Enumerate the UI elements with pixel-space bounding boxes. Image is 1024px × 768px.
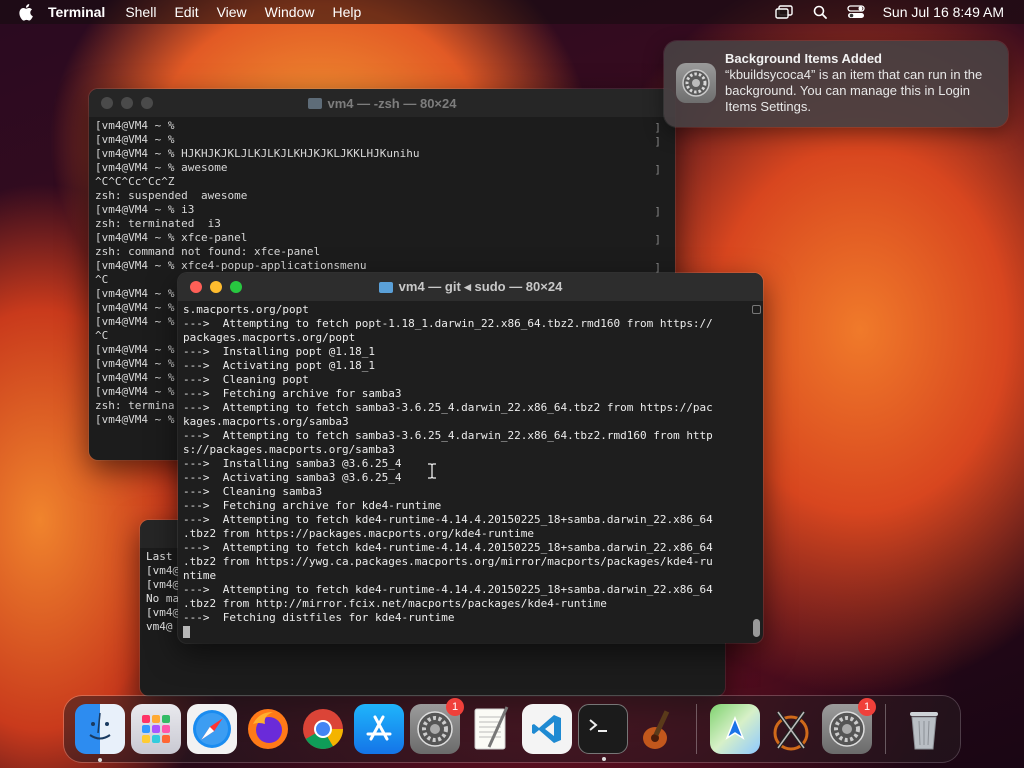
- terminal-prompt-line: [183, 625, 758, 639]
- close-button[interactable]: [101, 97, 113, 109]
- terminal-line: ---> Installing popt @1.18_1: [183, 345, 376, 358]
- dock-finder-icon[interactable]: [75, 704, 125, 762]
- terminal-line: ---> Cleaning popt: [183, 373, 309, 386]
- terminal-line: s://packages.macports.org/samba3: [183, 443, 395, 456]
- terminal-line: ---> Attempting to fetch samba3-3.6.25_4…: [183, 429, 713, 442]
- terminal-line: zsh: command not found: xfce-panel: [95, 245, 321, 258]
- scrollbar[interactable]: [752, 305, 761, 639]
- terminal-line: [vm4@VM4 ~ %: [95, 119, 175, 132]
- dock-garageband-icon[interactable]: [634, 704, 684, 754]
- notification-title: Background Items Added: [725, 51, 882, 66]
- dock-x11-icon[interactable]: [766, 704, 816, 754]
- dock-launchpad-icon[interactable]: [130, 704, 181, 754]
- folder-icon: [378, 281, 393, 293]
- terminal-line: ---> Installing samba3 @3.6.25_4: [183, 457, 402, 470]
- terminal-cursor: [183, 626, 190, 638]
- scroll-marker: ]: [654, 121, 661, 134]
- minimize-button[interactable]: [210, 281, 222, 293]
- terminal-line: zsh: terminated i3: [95, 217, 221, 230]
- terminal-line: ^C^C^Cc^Cc^Z: [95, 175, 175, 188]
- terminal-line: ---> Activating popt @1.18_1: [183, 359, 376, 372]
- menu-edit[interactable]: Edit: [174, 4, 198, 20]
- window-titlebar[interactable]: vm4 — -zsh — 80×24: [89, 89, 675, 117]
- zoom-button[interactable]: [230, 281, 242, 293]
- terminal-line: ---> Activating samba3 @3.6.25_4: [183, 471, 402, 484]
- control-center-icon[interactable]: [846, 4, 865, 20]
- dock-chrome-icon[interactable]: [298, 704, 348, 754]
- window-title: vm4 — git ◂ sudo — 80×24: [398, 279, 563, 294]
- terminal-line: ---> Attempting to fetch kde4-runtime-4.…: [183, 541, 713, 554]
- dock-system-settings-2-icon[interactable]: 1: [822, 698, 877, 754]
- terminal-line: ---> Fetching distfiles for kde4-runtime: [183, 611, 455, 624]
- dock: 1 1: [64, 696, 960, 762]
- terminal-line: ---> Fetching archive for kde4-runtime: [183, 499, 442, 512]
- terminal-line: .tbz2 from https://packages.macports.org…: [183, 527, 534, 540]
- menu-help[interactable]: Help: [332, 4, 361, 20]
- scroll-marker: ]: [654, 205, 661, 218]
- terminal-line: [vm4@VM4 ~ %: [95, 133, 175, 146]
- scroll-marker: ]: [654, 233, 661, 246]
- terminal-line: [vm4@VM4 ~ % HJKHJKJKLJLKJLKJLKHJKJKLJKK…: [95, 147, 420, 160]
- terminal-line: .tbz2 from https://ywg.ca.packages.macpo…: [183, 555, 713, 568]
- system-settings-icon: [676, 63, 716, 103]
- terminal-line: ---> Cleaning samba3: [183, 485, 323, 498]
- terminal-line: kages.macports.org/samba3: [183, 415, 349, 428]
- terminal-line: .tbz2 from http://mirror.fcix.net/macpor…: [183, 597, 607, 610]
- menu-bar: Terminal Shell Edit View Window Help Sun…: [0, 0, 1024, 24]
- terminal-line: ---> Attempting to fetch popt-1.18_1.dar…: [183, 317, 713, 330]
- folder-icon: [307, 97, 322, 109]
- menu-app-terminal[interactable]: Terminal: [48, 4, 105, 20]
- terminal-line: [vm4@VM4 ~ % i3: [95, 203, 195, 216]
- terminal-line: [vm4@VM4 ~ % awesome: [95, 161, 228, 174]
- apple-menu-icon[interactable]: [18, 3, 34, 21]
- dock-app-store-icon[interactable]: [354, 704, 405, 754]
- terminal-line: ---> Attempting to fetch kde4-runtime-4.…: [183, 583, 713, 596]
- dock-terminal-icon[interactable]: [577, 704, 628, 761]
- minimize-button[interactable]: [121, 97, 133, 109]
- screen-mirroring-icon[interactable]: [774, 4, 793, 20]
- dock-textedit-icon[interactable]: [466, 704, 516, 754]
- terminal-line: ---> Fetching archive for samba3: [183, 387, 402, 400]
- dock-system-settings-icon[interactable]: 1: [410, 698, 465, 754]
- dock-safari-icon[interactable]: [186, 704, 237, 754]
- notification-banner[interactable]: Background Items Added “kbuildsycoca4” i…: [664, 41, 1008, 127]
- running-indicator: [98, 758, 102, 762]
- dock-separator: [696, 704, 698, 754]
- dock-maps-icon[interactable]: [710, 704, 761, 754]
- terminal-line: [vm4@VM4 ~ % xfce-panel: [95, 231, 248, 244]
- terminal-output[interactable]: s.macports.org/popt ---> Attempting to fe…: [178, 301, 763, 641]
- notification-badge: 1: [446, 698, 465, 716]
- terminal-line: [vm4@VM4 ~ % xfce4-popup-applicationsmen…: [95, 259, 367, 272]
- terminal-line: ---> Attempting to fetch samba3-3.6.25_4…: [183, 401, 713, 414]
- terminal-line: zsh: suspended awesome: [95, 189, 248, 202]
- scroll-marker: ]: [654, 163, 661, 176]
- notification-badge: 1: [858, 698, 877, 716]
- menu-view[interactable]: View: [217, 4, 247, 20]
- terminal-line: ntime: [183, 569, 217, 582]
- scrollbar-thumb[interactable]: [753, 619, 760, 637]
- window-titlebar[interactable]: vm4 — git ◂ sudo — 80×24: [178, 273, 763, 301]
- window-title: vm4 — -zsh — 80×24: [327, 95, 457, 111]
- terminal-line: packages.macports.org/popt: [183, 331, 356, 344]
- dock-trash-icon[interactable]: [899, 704, 949, 754]
- terminal-window-git-sudo[interactable]: vm4 — git ◂ sudo — 80×24 s.macports.org/…: [178, 273, 763, 643]
- dock-separator: [885, 704, 887, 754]
- terminal-line: s.macports.org/popt: [183, 303, 309, 316]
- zoom-button[interactable]: [141, 97, 153, 109]
- dock-vscode-icon[interactable]: [521, 704, 572, 754]
- close-button[interactable]: [190, 281, 202, 293]
- running-indicator: [601, 757, 606, 761]
- menu-shell[interactable]: Shell: [125, 4, 156, 20]
- menu-clock[interactable]: Sun Jul 16 8:49 AM: [883, 4, 1004, 20]
- dock-firefox-icon[interactable]: [243, 704, 293, 754]
- notification-body: “kbuildsycoca4” is an item that can run …: [725, 67, 983, 114]
- text-cursor-icon: [428, 463, 436, 479]
- terminal-line: ---> Attempting to fetch kde4-runtime-4.…: [183, 513, 713, 526]
- scroll-marker-icon: [752, 305, 761, 314]
- menu-window[interactable]: Window: [265, 4, 315, 20]
- spotlight-search-icon[interactable]: [811, 4, 829, 20]
- scroll-marker: ]: [654, 135, 661, 148]
